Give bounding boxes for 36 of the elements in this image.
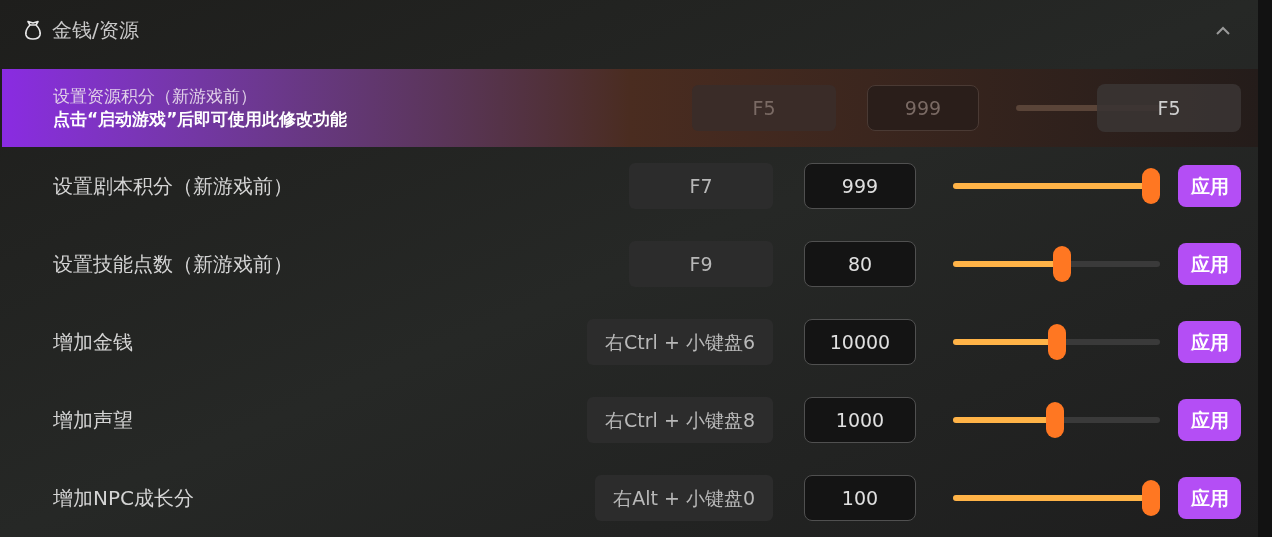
hotkey-button[interactable]: F7 — [629, 163, 773, 209]
slider-thumb[interactable] — [1142, 480, 1160, 516]
hotkey-button[interactable]: F9 — [629, 241, 773, 287]
setting-label: 增加金钱 — [53, 329, 134, 356]
slider-thumb[interactable] — [1053, 246, 1072, 282]
slider-thumb[interactable] — [1142, 168, 1160, 204]
setting-label: 增加NPC成长分 — [53, 485, 195, 512]
slider[interactable] — [953, 402, 1160, 438]
value-input[interactable]: 1000 — [804, 397, 916, 443]
hotkey-button[interactable]: F5 — [1097, 84, 1241, 132]
notice-text: 点击“启动游戏”后即可使用此修改功能 — [53, 108, 349, 131]
apply-button[interactable]: 应用 — [1178, 477, 1241, 519]
slider-thumb[interactable] — [1045, 402, 1064, 438]
setting-label: 设置剧本积分（新游戏前） — [53, 173, 294, 200]
apply-button[interactable]: 应用 — [1178, 165, 1241, 207]
apply-button[interactable]: 应用 — [1178, 399, 1241, 441]
apply-button[interactable]: 应用 — [1178, 321, 1241, 363]
setting-label: 设置资源积分（新游戏前） — [53, 85, 258, 108]
chevron-up-icon[interactable] — [1216, 25, 1230, 35]
section-title: 金钱/资源 — [52, 17, 139, 44]
value-input[interactable]: 100 — [804, 475, 916, 521]
apply-button[interactable]: 应用 — [1178, 243, 1241, 285]
setting-label: 增加声望 — [53, 407, 134, 434]
value-input[interactable]: 10000 — [804, 319, 916, 365]
hotkey-button[interactable]: 右Ctrl + 小键盘8 — [587, 397, 773, 443]
value-input[interactable]: 80 — [804, 241, 916, 287]
slider[interactable] — [953, 168, 1160, 204]
value-input[interactable]: 999 — [804, 163, 916, 209]
money-bag-icon — [24, 20, 42, 40]
slider[interactable] — [953, 246, 1160, 282]
hotkey-button[interactable]: 右Alt + 小键盘0 — [595, 475, 773, 521]
setting-label: 设置技能点数（新游戏前） — [53, 251, 294, 278]
slider-thumb[interactable] — [1047, 324, 1066, 360]
slider[interactable] — [953, 324, 1160, 360]
hotkey-button[interactable]: 右Ctrl + 小键盘6 — [587, 319, 773, 365]
slider[interactable] — [953, 480, 1160, 516]
